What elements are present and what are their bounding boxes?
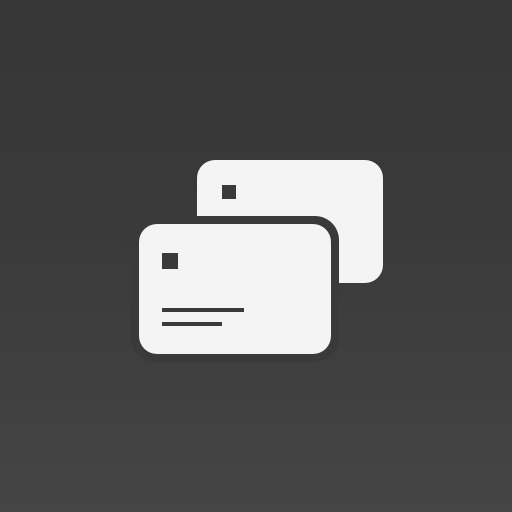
back-card-stamp: [222, 185, 236, 199]
front-card-line-2: [162, 322, 222, 326]
cards-icon: [131, 160, 383, 362]
front-card-stamp: [162, 253, 178, 269]
front-card-line-1: [162, 308, 244, 312]
front-card: [139, 224, 331, 354]
app-icon-tile: [0, 0, 512, 512]
